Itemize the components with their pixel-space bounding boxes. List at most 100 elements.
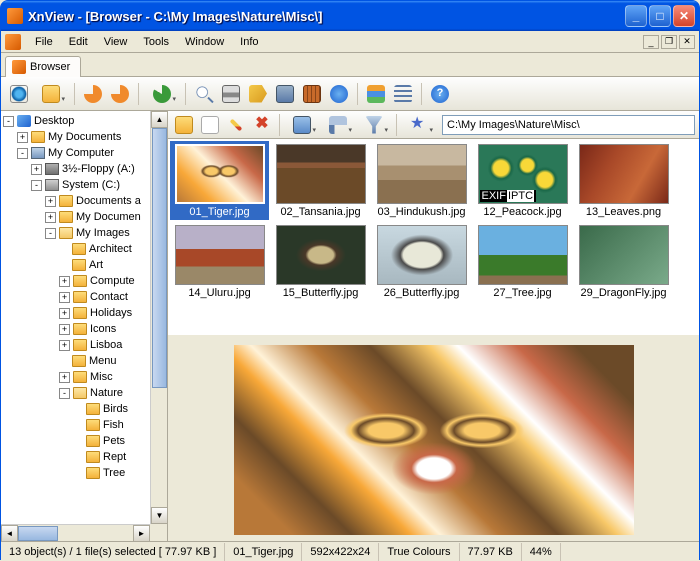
rotate-left-button[interactable] — [81, 82, 105, 106]
expand-toggle[interactable]: + — [45, 212, 56, 223]
list-button[interactable] — [391, 82, 415, 106]
new-folder-button[interactable] — [198, 113, 222, 137]
expand-toggle[interactable]: + — [17, 132, 28, 143]
maximize-button[interactable]: □ — [649, 5, 671, 27]
zoom-button[interactable] — [192, 82, 216, 106]
tree-node[interactable]: + Contact — [3, 289, 165, 305]
thumbnail[interactable]: EXIFIPTC12_Peacock.jpg — [473, 141, 572, 220]
menu-tools[interactable]: Tools — [135, 34, 177, 50]
expand-toggle[interactable]: + — [59, 340, 70, 351]
tree-node[interactable]: +Icons — [3, 321, 165, 337]
thumbnail[interactable]: 03_Hindukush.jpg — [372, 141, 471, 220]
tree-label: Contact — [90, 291, 128, 303]
thumbnail[interactable]: 29_DragonFly.jpg — [574, 222, 673, 301]
sort-icon — [329, 116, 347, 134]
tree-node[interactable]: Rept — [3, 449, 165, 465]
thumbnail[interactable]: 13_Leaves.png — [574, 141, 673, 220]
thumbnail[interactable]: 15_Butterfly.jpg — [271, 222, 370, 301]
acquire-button[interactable] — [273, 82, 297, 106]
print-button[interactable] — [219, 82, 243, 106]
tab-browser[interactable]: Browser — [5, 56, 81, 77]
thumbnail-pane[interactable]: 01_Tiger.jpg02_Tansania.jpg03_Hindukush.… — [168, 139, 699, 339]
menu-edit[interactable]: Edit — [61, 34, 96, 50]
mdi-minimize-button[interactable]: _ — [643, 35, 659, 49]
filter-button[interactable] — [357, 113, 391, 137]
thumbnail[interactable]: 01_Tiger.jpg — [170, 141, 269, 220]
thumbnail[interactable]: 27_Tree.jpg — [473, 222, 572, 301]
expand-toggle[interactable]: + — [45, 196, 56, 207]
menu-file[interactable]: File — [27, 34, 61, 50]
expand-toggle[interactable]: - — [3, 116, 14, 127]
tree-node[interactable]: +Documents a — [3, 193, 165, 209]
fullscreen-button[interactable] — [7, 82, 31, 106]
tree-node[interactable]: -Desktop — [3, 113, 165, 129]
path-input[interactable] — [442, 115, 695, 135]
view-mode-button[interactable] — [285, 113, 319, 137]
expand-toggle[interactable]: + — [59, 308, 70, 319]
thumbnail[interactable]: 14_Uluru.jpg — [170, 222, 269, 301]
tree-node[interactable]: +My Documents — [3, 129, 165, 145]
tree-node[interactable]: Pets — [3, 433, 165, 449]
expand-toggle[interactable]: + — [59, 276, 70, 287]
folder-tree[interactable]: -Desktop+My Documents-My Computer+3½-Flo… — [1, 111, 168, 541]
scroll-thumb[interactable] — [152, 128, 167, 388]
mdi-close-button[interactable]: ✕ — [679, 35, 695, 49]
favorites-button[interactable]: ★ — [402, 113, 436, 137]
open-button[interactable] — [34, 82, 68, 106]
tag-button[interactable] — [246, 82, 270, 106]
tree-node[interactable]: +My Documen — [3, 209, 165, 225]
title-bar[interactable]: XnView - [Browser - C:\My Images\Nature\… — [1, 1, 699, 31]
sort-button[interactable] — [321, 113, 355, 137]
scroll-left-button[interactable]: ◄ — [1, 525, 18, 541]
scroll-right-button[interactable]: ► — [133, 525, 150, 541]
help-button[interactable]: ? — [428, 82, 452, 106]
tree-node[interactable]: Birds — [3, 401, 165, 417]
tree-node[interactable]: +Misc — [3, 369, 165, 385]
expand-toggle[interactable]: - — [59, 388, 70, 399]
expand-toggle[interactable]: - — [31, 180, 42, 191]
tree-node[interactable]: Architect — [3, 241, 165, 257]
rotate-right-button[interactable] — [108, 82, 132, 106]
thumbnail[interactable]: 02_Tansania.jpg — [271, 141, 370, 220]
tree-node[interactable]: -My Computer — [3, 145, 165, 161]
tree-node[interactable]: +Lisboa — [3, 337, 165, 353]
tree-node[interactable]: -My Images — [3, 225, 165, 241]
tree-node[interactable]: -System (C:) — [3, 177, 165, 193]
options-button[interactable] — [364, 82, 388, 106]
tree-node[interactable]: Art — [3, 257, 165, 273]
expand-toggle[interactable]: + — [59, 292, 70, 303]
menu-info[interactable]: Info — [232, 34, 266, 50]
minimize-button[interactable]: _ — [625, 5, 647, 27]
expand-toggle[interactable]: + — [31, 164, 42, 175]
app-menu-icon[interactable] — [5, 34, 21, 50]
tree-node[interactable]: +Compute — [3, 273, 165, 289]
expand-toggle[interactable]: + — [59, 324, 70, 335]
tree-node[interactable]: +3½-Floppy (A:) — [3, 161, 165, 177]
tree-node[interactable]: Fish — [3, 417, 165, 433]
tree-node[interactable]: Menu — [3, 353, 165, 369]
thumbnail[interactable]: 26_Butterfly.jpg — [372, 222, 471, 301]
menu-window[interactable]: Window — [177, 34, 232, 50]
tree-vscrollbar[interactable]: ▲ ▼ — [150, 111, 167, 524]
expand-toggle[interactable]: - — [17, 148, 28, 159]
close-button[interactable]: ✕ — [673, 5, 695, 27]
scroll-up-button[interactable]: ▲ — [151, 111, 168, 128]
delete-button[interactable]: ✖ — [250, 113, 274, 137]
tree-node[interactable]: Tree — [3, 465, 165, 481]
expand-toggle[interactable]: - — [45, 228, 56, 239]
preview-pane[interactable] — [168, 339, 699, 541]
mdi-restore-button[interactable]: ❐ — [661, 35, 677, 49]
tree-node[interactable]: -Nature — [3, 385, 165, 401]
tree-node[interactable]: +Holidays — [3, 305, 165, 321]
scroll-down-button[interactable]: ▼ — [151, 507, 168, 524]
web-button[interactable] — [327, 82, 351, 106]
edit-button[interactable] — [224, 113, 248, 137]
tree-hscrollbar[interactable]: ◄ ► — [1, 524, 150, 541]
menu-view[interactable]: View — [96, 34, 136, 50]
expand-toggle[interactable]: + — [59, 372, 70, 383]
refresh-button[interactable] — [145, 82, 179, 106]
favorites-add-button[interactable] — [172, 113, 196, 137]
slideshow-button[interactable] — [300, 82, 324, 106]
folder-icon — [73, 291, 87, 303]
scroll-thumb[interactable] — [18, 526, 58, 541]
